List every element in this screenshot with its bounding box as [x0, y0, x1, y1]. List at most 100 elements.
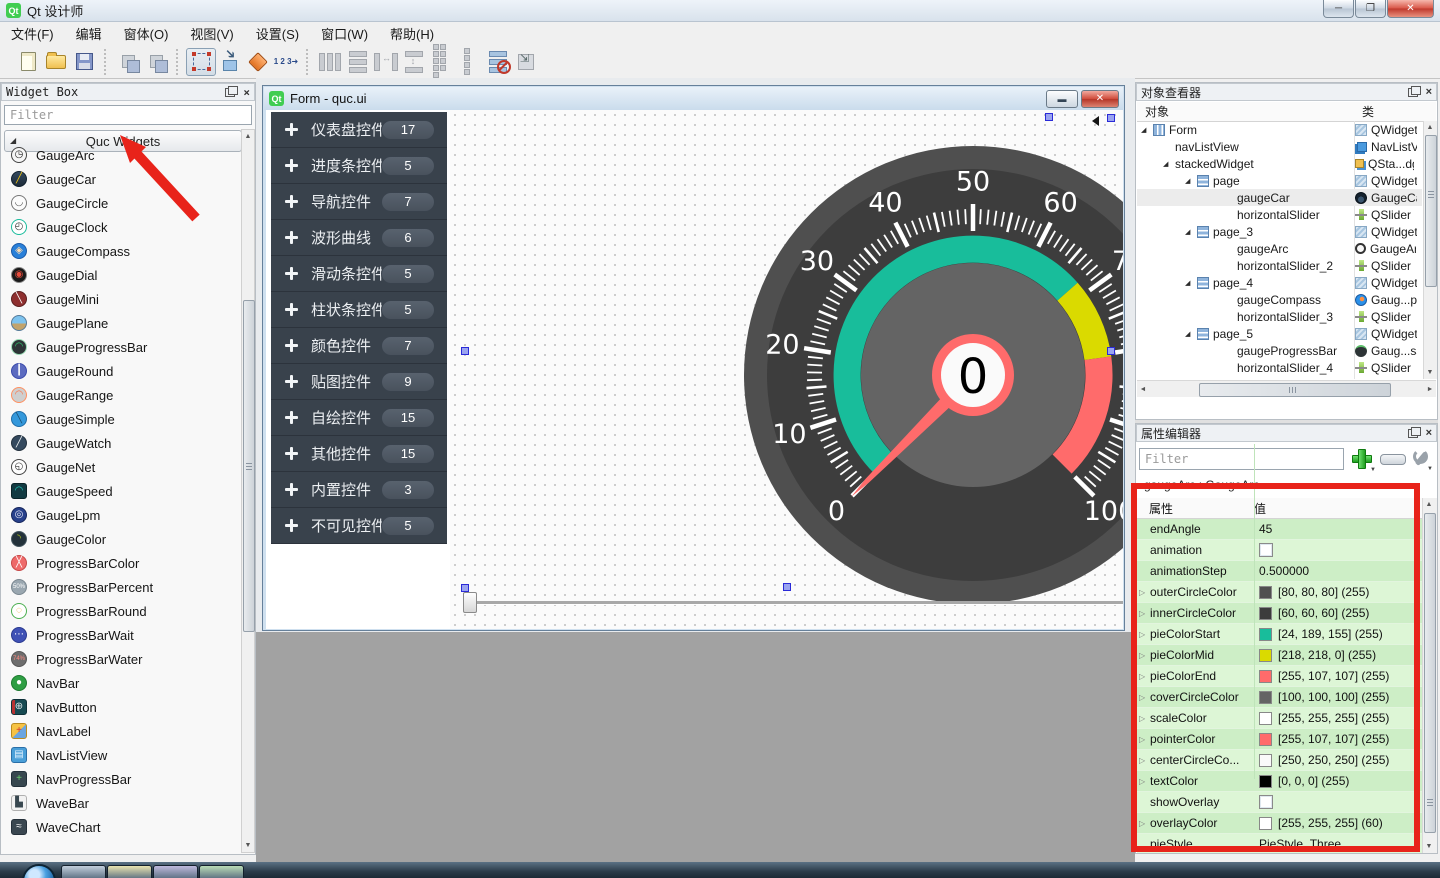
- selection-handle-right-middle[interactable]: [1107, 347, 1115, 355]
- widget-item-gaugesimple[interactable]: ╲GaugeSimple: [3, 407, 241, 431]
- widget-item-gaugecompass[interactable]: ◈GaugeCompass: [3, 239, 241, 263]
- nav-item-内置控件[interactable]: 内置控件3: [271, 472, 447, 508]
- add-dynamic-property-button[interactable]: ▼: [1349, 447, 1375, 471]
- scroll-down-icon[interactable]: ▼: [1423, 840, 1435, 853]
- layout-vertical-splitter-button[interactable]: ↕: [400, 49, 428, 75]
- design-canvas[interactable]: 01020304050607080901000: [450, 110, 1123, 629]
- widget-item-progressbarcolor[interactable]: ╳ProgressBarColor: [3, 551, 241, 575]
- layout-grid-button[interactable]: [428, 49, 456, 75]
- nav-item-滑动条控件[interactable]: 滑动条控件5: [271, 256, 447, 292]
- widget-item-gaugeprogressbar[interactable]: ◠GaugeProgressBar: [3, 335, 241, 359]
- break-layout-button[interactable]: [484, 49, 512, 75]
- edit-buddies-button[interactable]: [244, 49, 272, 75]
- close-button[interactable]: ✕: [1387, 0, 1434, 18]
- tree-row-gaugeProgressBar[interactable]: gaugeProgressBarGaug...ssBar: [1137, 342, 1422, 359]
- start-orb-icon[interactable]: [22, 864, 56, 878]
- widget-box-scrollbar[interactable]: ▲ ▼: [241, 129, 255, 853]
- nav-item-进度条控件[interactable]: 进度条控件5: [271, 148, 447, 184]
- nav-item-颜色控件[interactable]: 颜色控件7: [271, 328, 447, 364]
- widget-item-gaugeplane[interactable]: GaugePlane: [3, 311, 241, 335]
- nav-item-自绘控件[interactable]: 自绘控件15: [271, 400, 447, 436]
- menu-item-s[interactable]: 设置(S): [245, 21, 310, 46]
- remove-property-button[interactable]: [1380, 454, 1406, 465]
- widget-item-gaugerange[interactable]: ◠GaugeRange: [3, 383, 241, 407]
- slider-groove[interactable]: [470, 601, 1123, 604]
- tile-button[interactable]: [142, 49, 170, 75]
- edit-signals-slots-button[interactable]: [216, 49, 244, 75]
- taskbar-button-2[interactable]: [107, 865, 152, 878]
- menu-item-v[interactable]: 视图(V): [179, 21, 244, 46]
- slider-handle[interactable]: [463, 592, 477, 613]
- cascade-button[interactable]: [114, 49, 142, 75]
- taskbar-button-4[interactable]: [199, 865, 244, 878]
- object-inspector-vscrollbar[interactable]: ▲ ▼: [1423, 121, 1437, 379]
- selection-handle-top-right[interactable]: [1107, 114, 1115, 122]
- expander-icon[interactable]: ◢: [1141, 126, 1153, 134]
- taskbar-button-1[interactable]: [61, 865, 106, 878]
- tree-row-page_6[interactable]: ◢page_6QWidget: [1137, 376, 1422, 379]
- property-filter-input[interactable]: Filter: [1139, 448, 1344, 470]
- widget-item-wavebar[interactable]: ▙WaveBar: [3, 791, 241, 815]
- form-close-button[interactable]: ✕: [1081, 90, 1119, 108]
- save-form-button[interactable]: [70, 49, 98, 75]
- tree-row-page_4[interactable]: ◢page_4QWidget: [1137, 274, 1422, 291]
- widget-item-gaugespeed[interactable]: ◠GaugeSpeed: [3, 479, 241, 503]
- scroll-up-icon[interactable]: ▲: [1423, 498, 1435, 511]
- open-form-button[interactable]: [42, 49, 70, 75]
- scrollbar-thumb[interactable]: [1199, 383, 1391, 397]
- form-titlebar[interactable]: Qt Form - quc.ui ▬ ✕: [264, 87, 1123, 110]
- tree-row-navListView[interactable]: navListViewNavListView: [1137, 138, 1422, 155]
- nav-item-导航控件[interactable]: 导航控件7: [271, 184, 447, 220]
- configure-button[interactable]: ▼: [1410, 448, 1432, 470]
- widget-item-gaugenet[interactable]: ◵GaugeNet: [3, 455, 241, 479]
- taskbar-button-3[interactable]: [153, 865, 198, 878]
- widget-item-gaugelpm[interactable]: ◎GaugeLpm: [3, 503, 241, 527]
- nav-item-柱状条控件[interactable]: 柱状条控件5: [271, 292, 447, 328]
- scroll-right-icon[interactable]: ►: [1424, 383, 1436, 396]
- widget-item-navbutton[interactable]: ⊕NavButton: [3, 695, 241, 719]
- nav-item-其他控件[interactable]: 其他控件15: [271, 436, 447, 472]
- widget-item-gaugecolor[interactable]: ◝GaugeColor: [3, 527, 241, 551]
- tree-row-horizontalSlider[interactable]: horizontalSliderQSlider: [1137, 206, 1422, 223]
- selection-handle-bottom-left[interactable]: [461, 584, 469, 592]
- tree-row-page_3[interactable]: ◢page_3QWidget: [1137, 223, 1422, 240]
- expander-icon[interactable]: ◢: [1185, 228, 1197, 236]
- float-panel-icon[interactable]: [1408, 429, 1418, 438]
- tree-row-gaugeArc[interactable]: gaugeArcGaugeArc: [1137, 240, 1422, 257]
- menu-item-f[interactable]: 文件(F): [0, 21, 65, 46]
- tree-row-horizontalSlider_2[interactable]: horizontalSlider_2QSlider: [1137, 257, 1422, 274]
- expander-icon[interactable]: ◢: [1185, 177, 1197, 185]
- tree-row-horizontalSlider_3[interactable]: horizontalSlider_3QSlider: [1137, 308, 1422, 325]
- scroll-up-icon[interactable]: ▲: [242, 130, 254, 143]
- float-panel-icon[interactable]: [225, 88, 235, 97]
- widget-item-wavechart[interactable]: ≈WaveChart: [3, 815, 241, 839]
- tree-row-gaugeCar[interactable]: gaugeCarGaugeCar: [1137, 189, 1422, 206]
- tree-row-Form[interactable]: ◢FormQWidget: [1137, 121, 1422, 138]
- scroll-up-icon[interactable]: ▲: [1424, 121, 1436, 134]
- widget-item-navlabel[interactable]: +NavLabel: [3, 719, 241, 743]
- expander-icon[interactable]: ◢: [1163, 160, 1175, 168]
- widget-item-progressbarpercent[interactable]: 50%ProgressBarPercent: [3, 575, 241, 599]
- adjust-size-button[interactable]: [512, 49, 540, 75]
- widget-item-navlistview[interactable]: ▤NavListView: [3, 743, 241, 767]
- restore-button[interactable]: ❐: [1355, 0, 1386, 18]
- layout-horizontal-splitter-button[interactable]: ↔: [372, 49, 400, 75]
- scrollbar-thumb[interactable]: [1424, 513, 1436, 833]
- nav-item-贴图控件[interactable]: 贴图控件9: [271, 364, 447, 400]
- menu-item-h[interactable]: 帮助(H): [379, 21, 445, 46]
- scrollbar-thumb[interactable]: [243, 300, 255, 632]
- layout-horizontal-button[interactable]: [316, 49, 344, 75]
- gauge-arc-widget[interactable]: 01020304050607080901000: [738, 140, 1123, 610]
- property-editor-scrollbar[interactable]: ▲ ▼: [1422, 498, 1437, 853]
- scrollbar-thumb[interactable]: [1425, 135, 1437, 287]
- windows-taskbar[interactable]: [0, 862, 1440, 878]
- menu-item-w[interactable]: 窗口(W): [310, 21, 379, 46]
- widget-item-progressbarround[interactable]: ◌ProgressBarRound: [3, 599, 241, 623]
- widget-item-progressbarwait[interactable]: ⋯ProgressBarWait: [3, 623, 241, 647]
- layout-vertical-button[interactable]: [344, 49, 372, 75]
- close-panel-icon[interactable]: ×: [1426, 87, 1432, 98]
- form-minimize-button[interactable]: ▬: [1046, 90, 1078, 108]
- widget-item-navprogressbar[interactable]: +NavProgressBar: [3, 767, 241, 791]
- widget-item-gaugewatch[interactable]: ╱GaugeWatch: [3, 431, 241, 455]
- scroll-down-icon[interactable]: ▼: [242, 839, 254, 852]
